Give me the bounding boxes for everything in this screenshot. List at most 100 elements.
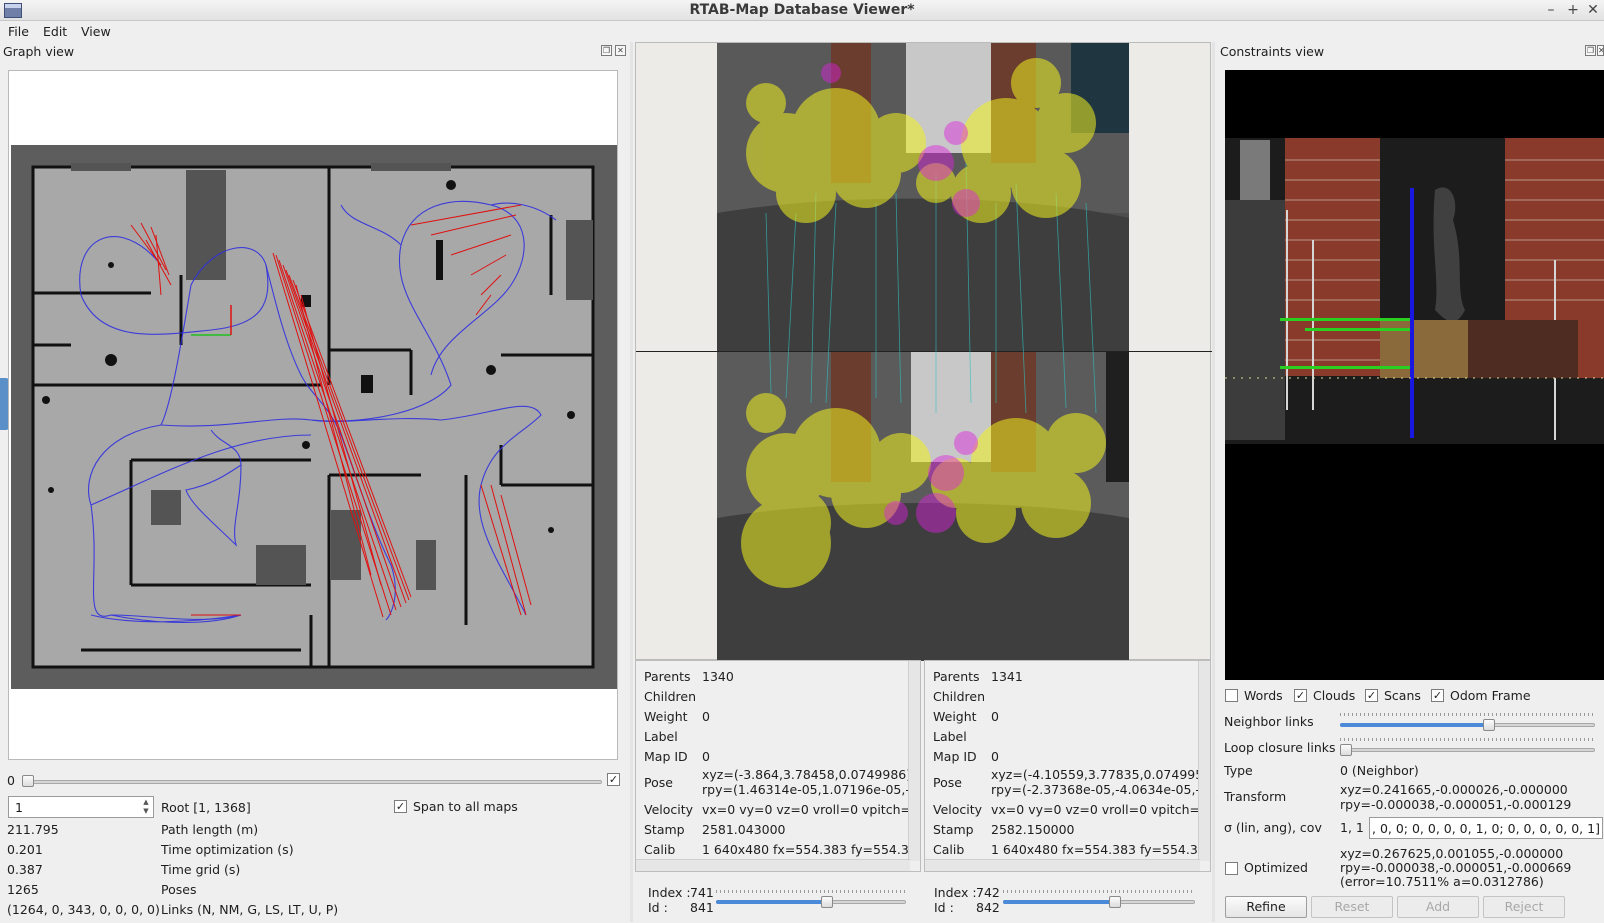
optimized-checkbox[interactable] bbox=[1225, 862, 1238, 875]
graph-canvas[interactable] bbox=[8, 70, 618, 760]
pose-rpy: rpy=(1.46314e-05,1.07196e-05,-3 bbox=[702, 782, 918, 797]
field-value: 1340 bbox=[702, 669, 734, 684]
field-value: 1341 bbox=[991, 669, 1023, 684]
pose-rpy: rpy=(-2.37368e-05,-4.0634e-05,-3 bbox=[991, 782, 1208, 797]
constraints-view-title: Constraints view bbox=[1220, 44, 1325, 59]
sigma-label: σ (lin, ang), cov bbox=[1224, 820, 1322, 835]
clouds-checkbox[interactable]: ✓ bbox=[1294, 689, 1307, 702]
add-button[interactable]: Add bbox=[1397, 896, 1479, 918]
field-label: Map ID bbox=[933, 749, 977, 764]
node-b-info-panel: Parents 1341 Children Weight 0 Label Map… bbox=[924, 660, 1211, 872]
menubar: File Edit View bbox=[0, 21, 1604, 41]
odom-frame-checkbox[interactable]: ✓ bbox=[1431, 689, 1444, 702]
maximize-button[interactable]: + bbox=[1564, 1, 1582, 19]
menu-edit[interactable]: Edit bbox=[43, 24, 67, 39]
node-b-index-label: Index : bbox=[934, 885, 977, 900]
covariance-input[interactable]: , 0, 0; 0, 0, 0, 0, 1, 0; 0, 0, 0, 0, 0,… bbox=[1369, 817, 1603, 839]
node-a-hscrollbar[interactable] bbox=[636, 859, 910, 871]
node-a-index-label: Index : bbox=[648, 885, 691, 900]
node-a-id-value: 841 bbox=[690, 900, 714, 915]
field-label: Map ID bbox=[644, 749, 688, 764]
optimized-label: Optimized bbox=[1244, 860, 1308, 875]
transform-xyz: xyz=0.241665,-0.000026,-0.000000 bbox=[1340, 782, 1568, 797]
field-label: Children bbox=[644, 689, 697, 704]
minimize-button[interactable]: – bbox=[1542, 1, 1560, 19]
stat-label: Links (N, NM, G, LS, LT, U, P) bbox=[161, 902, 339, 917]
node-a-id-label: Id : bbox=[648, 900, 668, 915]
span-all-maps-label: Span to all maps bbox=[413, 799, 518, 814]
neighbor-links-label: Neighbor links bbox=[1224, 714, 1314, 729]
field-label: Label bbox=[644, 729, 678, 744]
words-label: Words bbox=[1244, 688, 1283, 703]
field-label: Calib bbox=[644, 842, 676, 857]
graph-slider-checkbox[interactable]: ✓ bbox=[607, 773, 620, 786]
scans-label: Scans bbox=[1384, 688, 1421, 703]
splitter-left[interactable] bbox=[630, 42, 633, 922]
covariance-input-value: , 0, 0; 0, 0, 0, 0, 1, 0; 0, 0, 0, 0, 0,… bbox=[1372, 821, 1600, 836]
field-value: 0 bbox=[702, 709, 710, 724]
field-label: Weight bbox=[644, 709, 688, 724]
node-b-hscrollbar[interactable] bbox=[925, 859, 1200, 871]
field-label: Stamp bbox=[644, 822, 685, 837]
close-button[interactable]: ✕ bbox=[1584, 1, 1602, 19]
field-label: Velocity bbox=[933, 802, 983, 817]
field-value: 2581.043000 bbox=[702, 822, 786, 837]
root-label: Root [1, 1368] bbox=[161, 800, 251, 815]
stat-label: Time optimization (s) bbox=[161, 842, 294, 857]
node-b-id-value: 842 bbox=[976, 900, 1000, 915]
field-label: Children bbox=[933, 689, 986, 704]
stat-label: Poses bbox=[161, 882, 197, 897]
node-b-vscrollbar[interactable] bbox=[1198, 661, 1210, 861]
words-checkbox[interactable] bbox=[1225, 689, 1238, 702]
type-label: Type bbox=[1224, 763, 1253, 778]
spin-up-icon[interactable]: ▲ bbox=[140, 798, 152, 807]
reset-button[interactable]: Reset bbox=[1311, 896, 1393, 918]
node-a-slider-handle[interactable] bbox=[821, 896, 833, 908]
refine-button[interactable]: Refine bbox=[1225, 896, 1307, 918]
loop-closure-links-handle[interactable] bbox=[1340, 744, 1352, 756]
node-b-id-label: Id : bbox=[934, 900, 954, 915]
field-value: 0 bbox=[702, 749, 710, 764]
field-label: Pose bbox=[933, 775, 962, 790]
constraints-3d-view[interactable] bbox=[1225, 70, 1604, 680]
point-cloud-render bbox=[1225, 138, 1604, 680]
stat-label: Time grid (s) bbox=[161, 862, 241, 877]
scans-checkbox[interactable]: ✓ bbox=[1365, 689, 1378, 702]
transform-label: Transform bbox=[1224, 789, 1287, 804]
graph-slider[interactable] bbox=[22, 780, 602, 784]
stat-value: 211.795 bbox=[7, 822, 59, 837]
optimized-error: (error=10.7511% a=0.0312786) bbox=[1340, 874, 1544, 889]
field-label: Weight bbox=[933, 709, 977, 724]
splitter-right[interactable] bbox=[1212, 42, 1215, 922]
field-value: 0 bbox=[991, 749, 999, 764]
node-a-index-value: 741 bbox=[690, 885, 714, 900]
node-b-slider-fill bbox=[1003, 900, 1115, 904]
loop-closure-ticks bbox=[1340, 738, 1595, 741]
menu-view[interactable]: View bbox=[81, 24, 111, 39]
menu-file[interactable]: File bbox=[8, 24, 29, 39]
node-a-vscrollbar[interactable] bbox=[908, 661, 920, 861]
span-all-maps-checkbox[interactable]: ✓ bbox=[394, 800, 407, 813]
loop-closure-links-label: Loop closure links bbox=[1224, 740, 1336, 755]
reject-button[interactable]: Reject bbox=[1483, 896, 1565, 918]
window-title: RTAB-Map Database Viewer* bbox=[689, 2, 915, 18]
dock-float-icon[interactable]: ❐ bbox=[601, 45, 612, 56]
stat-value: 0.387 bbox=[7, 862, 43, 877]
graph-slider-handle[interactable] bbox=[22, 775, 34, 787]
loop-closure-links-slider[interactable] bbox=[1340, 748, 1595, 752]
node-a-info-panel: Parents 1340 Children Weight 0 Label Map… bbox=[635, 660, 921, 872]
stat-value: 1265 bbox=[7, 882, 39, 897]
spin-down-icon[interactable]: ▼ bbox=[140, 807, 152, 816]
root-spinbox[interactable]: 1 ▲ ▼ bbox=[8, 796, 154, 818]
dock-close-icon[interactable]: ✕ bbox=[615, 45, 626, 56]
field-label: Parents bbox=[933, 669, 980, 684]
dock-close-icon[interactable]: ✕ bbox=[1597, 45, 1604, 56]
field-value: 2582.150000 bbox=[991, 822, 1075, 837]
field-label: Velocity bbox=[644, 802, 694, 817]
neighbor-links-handle[interactable] bbox=[1483, 719, 1495, 731]
node-b-slider-ticks bbox=[1003, 890, 1195, 893]
dock-float-icon[interactable]: ❐ bbox=[1585, 45, 1596, 56]
node-b-slider-handle[interactable] bbox=[1109, 896, 1121, 908]
field-value: 1 640x480 fx=554.383 fy=554.38 bbox=[991, 842, 1206, 857]
image-comparison-view[interactable] bbox=[635, 42, 1212, 661]
